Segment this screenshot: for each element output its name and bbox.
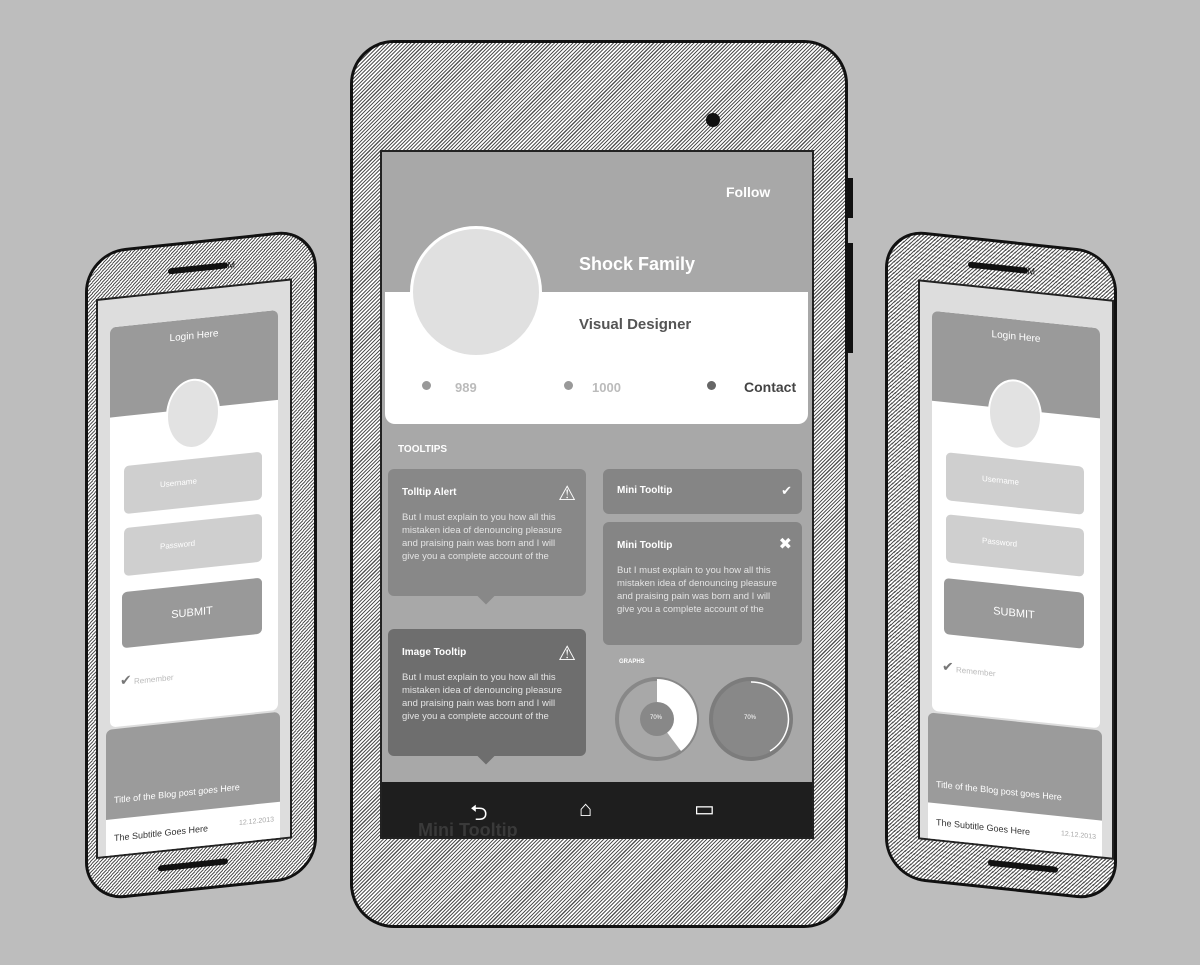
right-phone: 8:08 AM Login Here Username Password SUB…	[885, 227, 1117, 903]
username-input[interactable]: Username	[124, 451, 262, 515]
profile-name: Shock Family	[579, 254, 696, 274]
submit-button[interactable]: SUBMIT	[122, 577, 262, 649]
blog-card[interactable]: Title of the Blog post goes Here The Sub…	[928, 712, 1102, 860]
twitter-icon	[422, 381, 431, 390]
tooltip-tail	[477, 747, 495, 765]
password-input[interactable]: Password	[124, 513, 262, 577]
mini-tooltip-expanded: Mini Tooltip ✖ But I must explain to you…	[603, 522, 802, 645]
tablet-screen: Follow Shock Family Visual Designer 989 …	[380, 150, 814, 839]
twitter-count: 989	[455, 380, 477, 395]
navigation-bar: Mini Tooltip ⮌ ⌂ ▭	[382, 782, 812, 839]
password-input[interactable]: Password	[946, 514, 1084, 577]
graphs	[615, 677, 793, 761]
contact-icon	[707, 381, 716, 390]
blog-title: Title of the Blog post goes Here	[936, 779, 1062, 803]
checkbox-check-icon[interactable]: ✔	[942, 658, 954, 676]
tooltip-body: But I must explain to you how all this m…	[617, 565, 778, 615]
graphs-heading: GRAPHS	[619, 659, 645, 665]
side-button	[848, 178, 853, 218]
image-tooltip: Image Tooltip ⚠ But I must explain to yo…	[388, 629, 586, 765]
tooltip-title: Mini Tooltip	[617, 485, 673, 496]
camera	[706, 113, 720, 127]
ghost-text: Mini Tooltip	[418, 820, 518, 839]
donut-label: 70%	[650, 715, 663, 721]
left-phone: 8:08 AM Login Here Username Password SUB…	[85, 227, 317, 903]
home-button[interactable]	[158, 858, 228, 872]
remember-label: Remember	[956, 665, 996, 679]
login-card: Login Here Username Password SUBMIT ✔ Re…	[110, 309, 278, 728]
contact-button[interactable]: Contact	[744, 379, 796, 395]
tooltip-body: But I must explain to you how all this m…	[402, 512, 563, 562]
login-card: Login Here Username Password SUBMIT ✔ Re…	[932, 310, 1100, 729]
recent-apps-icon[interactable]: ▭	[694, 796, 715, 822]
close-icon[interactable]: ✖	[779, 534, 792, 554]
profile-role: Visual Designer	[579, 316, 692, 333]
mini-tooltip[interactable]: Mini Tooltip ✔	[603, 469, 802, 514]
home-button[interactable]	[988, 859, 1058, 873]
facebook-icon	[564, 381, 573, 390]
tooltip-title: Image Tooltip	[402, 647, 467, 658]
warning-icon: ⚠	[558, 643, 576, 665]
tooltip-tail	[477, 587, 495, 605]
home-icon[interactable]: ⌂	[579, 796, 592, 822]
tooltip-alert: Tolltip Alert ⚠ But I must explain to yo…	[388, 469, 586, 605]
facebook-count: 1000	[592, 380, 621, 395]
back-icon[interactable]: ⮌	[470, 796, 488, 834]
submit-button[interactable]: SUBMIT	[944, 578, 1084, 649]
blog-title: Title of the Blog post goes Here	[114, 781, 240, 806]
checkbox-check-icon[interactable]: ✔	[120, 671, 132, 689]
phone-screen: Login Here Username Password SUBMIT ✔ Re…	[96, 278, 292, 860]
tooltip-title: Tolltip Alert	[402, 487, 457, 498]
avatar	[410, 226, 542, 358]
warning-icon: ⚠	[558, 483, 576, 505]
chevron-down-icon[interactable]: ✔	[781, 483, 792, 499]
ring-label: 70%	[744, 715, 757, 721]
tooltips-heading: TOOLTIPS	[398, 444, 448, 455]
phone-screen: Login Here Username Password SUBMIT ✔ Re…	[918, 279, 1114, 860]
blog-card[interactable]: Title of the Blog post goes Here The Sub…	[106, 711, 280, 860]
side-button	[848, 243, 853, 353]
status-time: 8:08 AM	[1002, 263, 1036, 277]
tooltip-body: But I must explain to you how all this m…	[402, 672, 563, 722]
remember-label: Remember	[134, 672, 174, 687]
status-time: 8:08 AM	[202, 259, 236, 273]
username-input[interactable]: Username	[946, 452, 1084, 515]
tooltip-title: Mini Tooltip	[617, 540, 673, 551]
follow-button[interactable]: Follow	[726, 184, 770, 200]
